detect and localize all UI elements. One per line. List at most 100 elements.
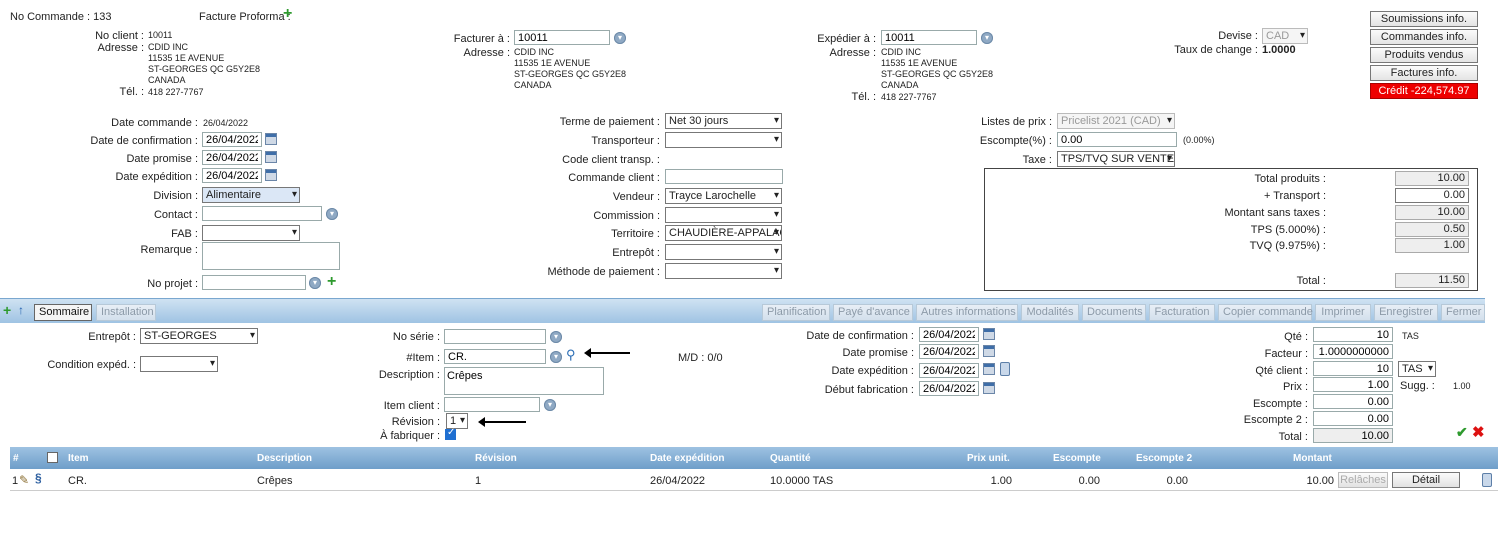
trash-icon[interactable] [1000,362,1010,376]
line-confirm-input[interactable] [919,327,979,342]
row-number: 1 [12,475,19,487]
date-promise-input[interactable] [202,150,262,165]
line-warehouse-select[interactable]: ST-GEORGES [140,328,258,344]
terms-button[interactable]: Modalités [1021,304,1079,321]
pricelist-select: Pricelist 2021 (CAD) [1057,113,1175,129]
close-button[interactable]: Fermer [1441,304,1485,321]
lookup-icon[interactable]: ▾ [550,331,562,343]
factor-label: Facteur : [1264,348,1308,360]
lookup-icon[interactable]: ▾ [309,277,321,289]
print-button[interactable]: Imprimer [1315,304,1371,321]
serial-input[interactable] [444,329,546,344]
select-all-checkbox[interactable] [47,452,58,463]
calendar-icon[interactable] [265,133,277,145]
move-up-icon[interactable]: ↑ [18,303,24,317]
confirm-check-icon[interactable]: ✔ [1456,424,1468,441]
billing-button[interactable]: Facturation [1149,304,1215,321]
carrier-select[interactable] [665,132,782,148]
proforma-label: Facture Proforma : [199,11,291,23]
client-qty-input[interactable] [1313,361,1393,376]
price-input[interactable] [1313,377,1393,392]
col-discount: Escompte [1053,453,1101,464]
date-ship-input[interactable] [202,168,262,183]
cancel-x-icon[interactable]: ✖ [1472,423,1485,441]
item-input[interactable] [444,349,546,364]
col-quantity: Quantité [770,453,811,464]
line-ship-input[interactable] [919,363,979,378]
add-project-icon[interactable]: + [327,274,336,290]
products-sold-button[interactable]: Produits vendus [1370,47,1478,63]
division-select[interactable]: Alimentaire [202,187,300,203]
search-icon[interactable]: ⚲ [566,347,576,363]
territory-select[interactable]: CHAUDIÈRE-APPALAC [665,225,782,241]
orders-info-button[interactable]: Commandes info. [1370,29,1478,45]
contact-label: Contact : [153,209,198,221]
factor-input[interactable] [1313,344,1393,359]
tab-installation[interactable]: Installation [96,304,156,321]
table-row[interactable]: 1 ✎ § CR. Crêpes 1 26/04/2022 10.0000 TA… [10,470,1498,491]
client-unit-select[interactable]: TAS [1398,361,1436,377]
calendar-icon[interactable] [983,328,995,340]
lookup-icon[interactable]: ▾ [614,32,626,44]
documents-button[interactable]: Documents [1082,304,1146,321]
contact-input[interactable] [202,206,322,221]
prepaid-button[interactable]: Payé d'avance [833,304,913,321]
add-line-icon[interactable]: + [3,303,11,317]
transport-input[interactable]: 0.00 [1395,188,1469,203]
commission-select[interactable] [665,207,782,223]
invoices-info-button[interactable]: Factures info. [1370,65,1478,81]
ship-cond-select[interactable] [140,356,218,372]
tax-select[interactable]: TPS/TVQ SUR VENTE [1057,151,1175,167]
calendar-icon[interactable] [983,363,995,375]
ship-to-label: Expédier à : [817,33,876,45]
warehouse-select[interactable] [665,244,782,260]
payment-term-select[interactable]: Net 30 jours [665,113,782,129]
fab-label: FAB : [171,228,198,240]
add-proforma-icon[interactable]: + [283,6,292,22]
lookup-icon[interactable]: ▾ [981,32,993,44]
disc2-input[interactable] [1313,411,1393,426]
client-item-input[interactable] [444,397,540,412]
copy-order-button[interactable]: Copier commande [1218,304,1313,321]
disc-input[interactable] [1313,394,1393,409]
calendar-icon[interactable] [983,345,995,357]
line-promise-input[interactable] [919,344,979,359]
release-button[interactable]: Relâches [1338,472,1388,488]
to-make-checkbox[interactable] [445,427,456,440]
grand-total-value: 11.50 [1395,273,1469,288]
save-button[interactable]: Enregistrer [1374,304,1438,321]
project-input[interactable] [202,275,306,290]
trash-icon[interactable] [1482,473,1492,487]
line-total-value [1313,428,1393,443]
calendar-icon[interactable] [265,169,277,181]
other-info-button[interactable]: Autres informations [916,304,1018,321]
bill-to-input[interactable] [514,30,610,45]
detail-button[interactable]: Détail [1392,472,1460,488]
qty-input[interactable] [1313,327,1393,342]
tab-summary[interactable]: Sommaire [34,304,92,321]
calendar-icon[interactable] [983,382,995,394]
lookup-icon[interactable]: ▾ [550,351,562,363]
quotes-info-button[interactable]: Soumissions info. [1370,11,1478,27]
start-input[interactable] [919,381,979,396]
planning-button[interactable]: Planification [762,304,830,321]
discount-input[interactable] [1057,132,1177,147]
lookup-icon[interactable]: ▾ [544,399,556,411]
seller-label: Vendeur : [612,191,660,203]
link-icon[interactable]: § [35,471,42,485]
seller-select[interactable]: Trayce Larochelle [665,188,782,204]
address-line: 11535 1E AVENUE [514,58,591,68]
edit-pencil-icon[interactable]: ✎ [19,473,29,487]
subtotal-value: 10.00 [1395,205,1469,220]
remark-textarea[interactable] [202,242,340,270]
calendar-icon[interactable] [265,151,277,163]
date-confirm-input[interactable] [202,132,262,147]
credit-badge[interactable]: Crédit -224,574.97 [1370,83,1478,99]
client-order-input[interactable] [665,169,783,184]
payment-method-select[interactable] [665,263,782,279]
description-textarea[interactable]: Crêpes [444,367,604,395]
fab-select[interactable] [202,225,300,241]
lookup-icon[interactable]: ▾ [326,208,338,220]
disc2-label: Escompte 2 : [1243,414,1308,426]
ship-to-input[interactable] [881,30,977,45]
